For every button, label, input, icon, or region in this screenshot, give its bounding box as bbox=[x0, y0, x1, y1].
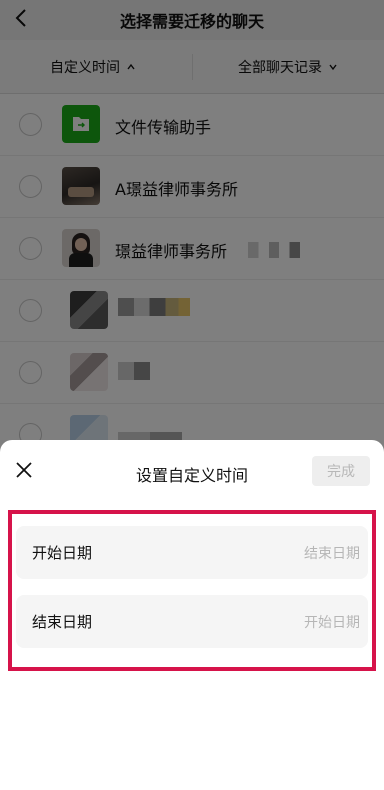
start-date-field[interactable]: 开始日期 结束日期 bbox=[16, 526, 368, 579]
end-date-value: 开始日期 bbox=[304, 615, 360, 631]
done-button[interactable]: 完成 bbox=[312, 456, 370, 486]
end-date-label: 结束日期 bbox=[32, 613, 93, 631]
start-date-label: 开始日期 bbox=[32, 544, 93, 562]
end-date-field[interactable]: 结束日期 开始日期 bbox=[16, 595, 368, 648]
start-date-value: 结束日期 bbox=[304, 546, 360, 562]
custom-time-sheet: 设置自定义时间 完成 开始日期 结束日期 结束日期 开始日期 bbox=[0, 440, 384, 790]
